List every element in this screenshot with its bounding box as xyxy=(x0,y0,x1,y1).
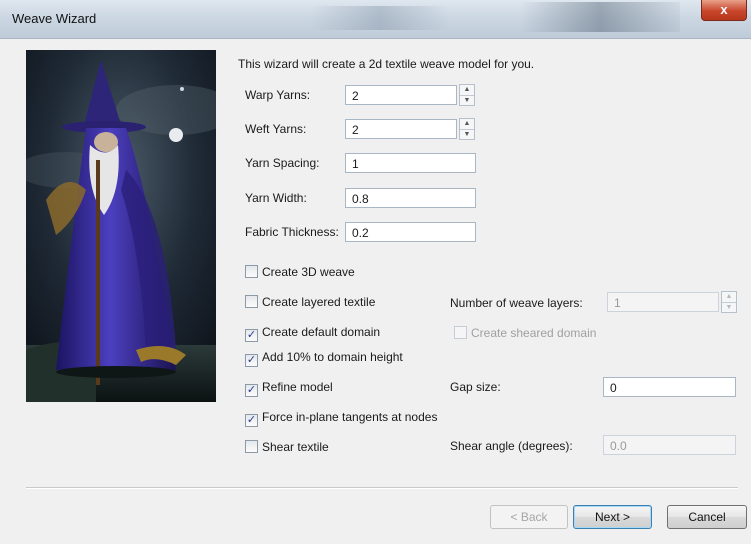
check-icon[interactable]: ✓ xyxy=(245,329,258,342)
yarn-width-label: Yarn Width: xyxy=(245,191,307,205)
checkbox-box[interactable] xyxy=(245,440,258,453)
check-icon[interactable]: ✓ xyxy=(245,414,258,427)
spin-up-icon[interactable]: ▲ xyxy=(460,119,474,130)
weave-layers-spinner[interactable]: ▲ ▼ xyxy=(721,291,737,313)
fabric-thickness-label: Fabric Thickness: xyxy=(245,225,339,239)
warp-yarns-spinner[interactable]: ▲ ▼ xyxy=(459,84,475,106)
next-button[interactable]: Next > xyxy=(573,505,652,529)
shear-textile-checkbox[interactable]: Shear textile xyxy=(245,440,329,456)
check-icon[interactable]: ✓ xyxy=(245,384,258,397)
close-button[interactable]: x xyxy=(701,0,747,21)
close-icon: x xyxy=(720,2,728,17)
yarn-spacing-input[interactable]: 1 xyxy=(345,153,476,173)
wizard-picture xyxy=(26,50,216,402)
yarn-spacing-label: Yarn Spacing: xyxy=(245,156,320,170)
gap-size-label: Gap size: xyxy=(450,380,501,394)
checkbox-box[interactable] xyxy=(454,326,467,339)
spin-down-icon[interactable]: ▼ xyxy=(460,96,474,106)
create-sheared-domain-checkbox[interactable]: Create sheared domain xyxy=(454,326,596,342)
spin-down-icon[interactable]: ▼ xyxy=(460,130,474,140)
title-bar[interactable]: Weave Wizard x xyxy=(0,0,751,39)
checkbox-label: Shear textile xyxy=(262,440,329,454)
wizard-illustration xyxy=(26,50,216,402)
weft-yarns-input[interactable]: 2 xyxy=(345,119,457,139)
checkbox-label: Force in-plane tangents at nodes xyxy=(262,410,438,424)
title-bar-glass xyxy=(310,6,450,30)
cancel-button[interactable]: Cancel xyxy=(667,505,747,529)
spin-down-icon[interactable]: ▼ xyxy=(722,303,736,313)
check-icon[interactable]: ✓ xyxy=(245,354,258,367)
force-tangents-checkbox[interactable]: ✓ Force in-plane tangents at nodes xyxy=(245,410,438,427)
footer-separator xyxy=(26,487,738,489)
create-3d-weave-checkbox[interactable]: Create 3D weave xyxy=(245,265,355,281)
checkbox-box[interactable] xyxy=(245,265,258,278)
intro-text: This wizard will create a 2d textile wea… xyxy=(238,57,535,71)
checkbox-label: Create layered textile xyxy=(262,295,376,309)
checkbox-label: Refine model xyxy=(262,380,333,394)
weft-yarns-label: Weft Yarns: xyxy=(245,122,307,136)
window-title: Weave Wizard xyxy=(12,11,97,26)
gap-size-input[interactable]: 0 xyxy=(603,377,736,397)
checkbox-label: Add 10% to domain height xyxy=(262,350,403,364)
spin-up-icon[interactable]: ▲ xyxy=(722,292,736,303)
refine-model-checkbox[interactable]: ✓ Refine model xyxy=(245,380,333,397)
title-bar-glass-dark xyxy=(520,2,680,32)
shear-angle-input[interactable]: 0.0 xyxy=(603,435,736,455)
create-default-domain-checkbox[interactable]: ✓ Create default domain xyxy=(245,325,381,342)
warp-yarns-label: Warp Yarns: xyxy=(245,88,311,102)
checkbox-box[interactable] xyxy=(245,295,258,308)
warp-yarns-input[interactable]: 2 xyxy=(345,85,457,105)
checkbox-label: Create 3D weave xyxy=(262,265,355,279)
fabric-thickness-input[interactable]: 0.2 xyxy=(345,222,476,242)
add-10-percent-checkbox[interactable]: ✓ Add 10% to domain height xyxy=(245,350,403,367)
checkbox-label: Create sheared domain xyxy=(471,326,597,340)
spin-up-icon[interactable]: ▲ xyxy=(460,85,474,96)
create-layered-textile-checkbox[interactable]: Create layered textile xyxy=(245,295,375,311)
weft-yarns-spinner[interactable]: ▲ ▼ xyxy=(459,118,475,140)
yarn-width-input[interactable]: 0.8 xyxy=(345,188,476,208)
weave-layers-input[interactable]: 1 xyxy=(607,292,719,312)
shear-angle-label: Shear angle (degrees): xyxy=(450,439,573,453)
weave-layers-label: Number of weave layers: xyxy=(450,296,583,310)
checkbox-label: Create default domain xyxy=(262,325,381,339)
back-button[interactable]: < Back xyxy=(490,505,568,529)
